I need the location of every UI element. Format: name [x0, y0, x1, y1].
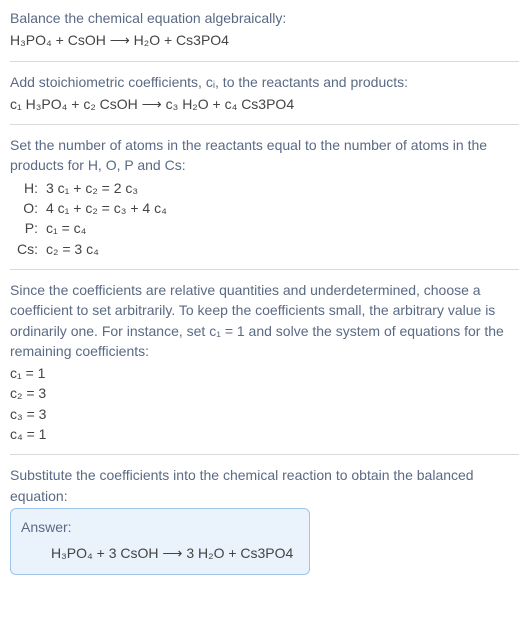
table-row: Cs: c₂ = 3 c₄ [10, 239, 171, 259]
original-equation: H₃PO₄ + CsOH ⟶ H₂O + Cs3PO4 [10, 30, 519, 50]
step-choose-coeff: Since the coefficients are relative quan… [10, 280, 519, 361]
atom-balance-table: H: 3 c₁ + c₂ = 2 c₃ O: 4 c₁ + c₂ = c₃ + … [10, 178, 171, 259]
step-substitute: Substitute the coefficients into the che… [10, 465, 519, 506]
coeff-value: c₄ = 1 [10, 424, 519, 444]
element-equation: c₁ = c₄ [42, 218, 171, 238]
coeff-value: c₁ = 1 [10, 363, 519, 383]
element-equation: c₂ = 3 c₄ [42, 239, 171, 259]
separator [10, 61, 519, 62]
element-label: Cs: [10, 239, 42, 259]
table-row: H: 3 c₁ + c₂ = 2 c₃ [10, 178, 171, 198]
element-equation: 3 c₁ + c₂ = 2 c₃ [42, 178, 171, 198]
table-row: P: c₁ = c₄ [10, 218, 171, 238]
coeff-value: c₃ = 3 [10, 404, 519, 424]
table-row: O: 4 c₁ + c₂ = c₃ + 4 c₄ [10, 198, 171, 218]
step-add-coeffs: Add stoichiometric coefficients, cᵢ, to … [10, 72, 519, 92]
element-equation: 4 c₁ + c₂ = c₃ + 4 c₄ [42, 198, 171, 218]
element-label: O: [10, 198, 42, 218]
answer-label: Answer: [21, 517, 299, 537]
separator [10, 454, 519, 455]
answer-equation: H₃PO₄ + 3 CsOH ⟶ 3 H₂O + Cs3PO4 [21, 543, 299, 563]
step-set-atoms: Set the number of atoms in the reactants… [10, 135, 519, 176]
coefficient-equation: c₁ H₃PO₄ + c₂ CsOH ⟶ c₃ H₂O + c₄ Cs3PO4 [10, 94, 519, 114]
element-label: H: [10, 178, 42, 198]
separator [10, 124, 519, 125]
answer-box: Answer: H₃PO₄ + 3 CsOH ⟶ 3 H₂O + Cs3PO4 [10, 508, 310, 575]
separator [10, 269, 519, 270]
coefficient-solutions: c₁ = 1 c₂ = 3 c₃ = 3 c₄ = 1 [10, 363, 519, 444]
prompt-line: Balance the chemical equation algebraica… [10, 8, 519, 28]
element-label: P: [10, 218, 42, 238]
coeff-value: c₂ = 3 [10, 383, 519, 403]
